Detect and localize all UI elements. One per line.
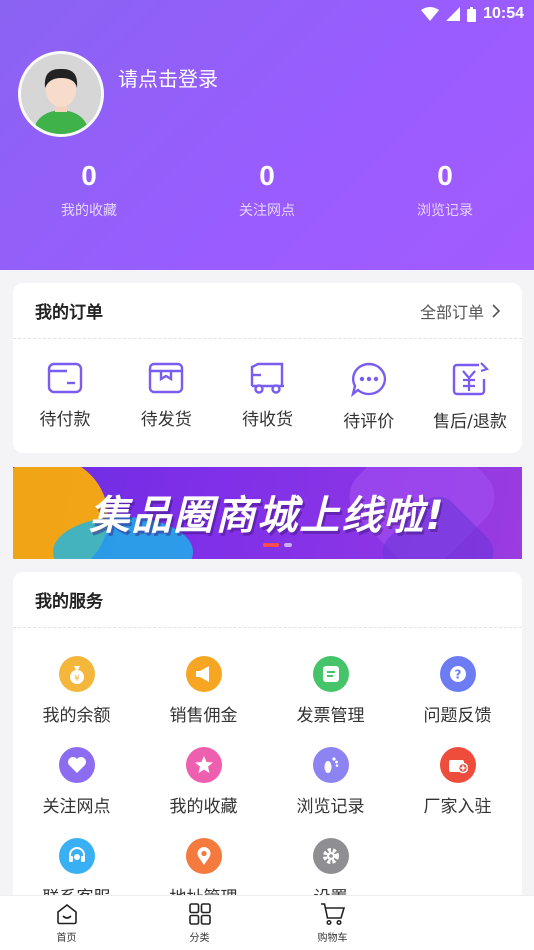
orders-header: 我的订单 全部订单 bbox=[13, 283, 522, 339]
status-bar: 10:54 bbox=[421, 0, 534, 28]
service-label: 问题反馈 bbox=[423, 706, 492, 726]
service-favorites[interactable]: 我的收藏 bbox=[140, 729, 267, 820]
chevron-right-icon bbox=[492, 303, 500, 318]
battery-icon bbox=[467, 6, 477, 22]
service-history[interactable]: 浏览记录 bbox=[267, 729, 394, 820]
gear-icon bbox=[312, 838, 349, 874]
truck-icon bbox=[250, 362, 284, 394]
refund-icon bbox=[452, 362, 489, 396]
tab-category[interactable]: 分类 bbox=[133, 896, 266, 950]
profile-header: 10:54 请点击登录 0 我的收藏 0 关注网点 0 浏览记录 bbox=[0, 0, 534, 270]
login-prompt[interactable]: 请点击登录 bbox=[118, 63, 218, 92]
service-vendor-join[interactable]: 厂家入驻 bbox=[394, 729, 521, 820]
default-avatar-icon bbox=[21, 54, 101, 134]
home-icon bbox=[56, 903, 77, 925]
order-label: 待评价 bbox=[343, 412, 395, 432]
services-title: 我的服务 bbox=[35, 592, 103, 612]
service-label: 浏览记录 bbox=[296, 797, 365, 817]
category-icon bbox=[188, 903, 211, 925]
services-card: 我的服务 ¥ 我的余额 销售佣金 发票管理 ? 问题反馈 关注网点 我的收藏 浏 bbox=[13, 572, 522, 912]
order-pending-receipt[interactable]: 待收货 bbox=[218, 361, 318, 432]
stats-row: 0 我的收藏 0 关注网点 0 浏览记录 bbox=[0, 160, 534, 220]
order-label: 待付款 bbox=[39, 410, 91, 430]
factory-icon bbox=[439, 747, 476, 783]
service-label: 厂家入驻 bbox=[423, 797, 492, 817]
status-time: 10:54 bbox=[483, 5, 524, 22]
bottom-tab-bar: 首页 分类 购物车 bbox=[0, 895, 534, 950]
order-after-sales[interactable]: 售后/退款 bbox=[420, 361, 520, 432]
avatar[interactable] bbox=[18, 51, 104, 137]
services-header: 我的服务 bbox=[13, 572, 522, 628]
stat-label: 关注网点 bbox=[239, 203, 295, 219]
stat-value: 0 bbox=[81, 160, 97, 191]
order-label: 待收货 bbox=[242, 410, 293, 430]
service-label: 我的收藏 bbox=[169, 797, 238, 817]
svg-text:¥: ¥ bbox=[74, 674, 80, 684]
package-icon bbox=[149, 362, 184, 394]
headset-icon bbox=[58, 838, 95, 874]
wallet-icon bbox=[47, 362, 83, 394]
pagination-dot[interactable] bbox=[263, 543, 279, 547]
order-label: 待发货 bbox=[140, 410, 192, 430]
service-feedback[interactable]: ? 问题反馈 bbox=[394, 638, 521, 729]
tab-label: 购物车 bbox=[317, 933, 348, 944]
orders-title: 我的订单 bbox=[35, 303, 103, 323]
service-invoice[interactable]: 发票管理 bbox=[267, 638, 394, 729]
cart-icon bbox=[320, 903, 345, 926]
money-bag-icon: ¥ bbox=[58, 656, 95, 692]
stat-label: 我的收藏 bbox=[61, 203, 117, 219]
banner-text: 集品圈商城上线啦! bbox=[89, 493, 446, 539]
promo-banner[interactable]: 集品圈商城上线啦! bbox=[13, 467, 522, 559]
star-icon bbox=[185, 747, 222, 783]
all-orders-link[interactable]: 全部订单 bbox=[420, 299, 500, 323]
signal-icon bbox=[446, 7, 461, 21]
stat-followed-outlets[interactable]: 0 关注网点 bbox=[178, 160, 356, 220]
stat-history[interactable]: 0 浏览记录 bbox=[356, 160, 534, 220]
order-status-row: 待付款 待发货 待收货 待评价 售后/退款 bbox=[13, 339, 522, 432]
orders-card: 我的订单 全部订单 待付款 待发货 待收货 待评价 售后/退款 bbox=[13, 283, 522, 453]
stat-value: 0 bbox=[437, 160, 453, 191]
megaphone-icon bbox=[185, 656, 222, 692]
comment-icon bbox=[350, 362, 386, 397]
tab-label: 首页 bbox=[56, 933, 77, 944]
stat-value: 0 bbox=[259, 160, 275, 191]
svg-text:?: ? bbox=[454, 668, 461, 682]
location-icon bbox=[185, 838, 222, 874]
question-icon: ? bbox=[439, 656, 476, 692]
stat-favorites[interactable]: 0 我的收藏 bbox=[0, 160, 178, 220]
tab-cart[interactable]: 购物车 bbox=[266, 896, 399, 950]
service-label: 销售佣金 bbox=[169, 706, 238, 726]
all-orders-label: 全部订单 bbox=[419, 302, 484, 322]
stat-label: 浏览记录 bbox=[417, 203, 473, 219]
service-commission[interactable]: 销售佣金 bbox=[140, 638, 267, 729]
tab-label: 分类 bbox=[189, 933, 210, 944]
order-label: 售后/退款 bbox=[433, 412, 507, 432]
tab-home[interactable]: 首页 bbox=[0, 896, 133, 950]
services-grid: ¥ 我的余额 销售佣金 发票管理 ? 问题反馈 关注网点 我的收藏 浏览记录 厂… bbox=[13, 628, 522, 911]
service-label: 发票管理 bbox=[296, 706, 365, 726]
service-label: 关注网点 bbox=[42, 797, 111, 817]
service-followed-outlets[interactable]: 关注网点 bbox=[13, 729, 140, 820]
order-pending-review[interactable]: 待评价 bbox=[319, 361, 419, 432]
service-balance[interactable]: ¥ 我的余额 bbox=[13, 638, 140, 729]
footprint-icon bbox=[312, 747, 349, 783]
heart-icon bbox=[58, 747, 95, 783]
invoice-icon bbox=[312, 656, 349, 692]
pagination-dot[interactable] bbox=[284, 543, 292, 547]
wifi-icon bbox=[421, 7, 440, 21]
service-label: 我的余额 bbox=[42, 706, 111, 726]
order-pending-shipment[interactable]: 待发货 bbox=[116, 361, 216, 432]
banner-pagination bbox=[263, 543, 292, 547]
order-pending-payment[interactable]: 待付款 bbox=[15, 361, 115, 432]
